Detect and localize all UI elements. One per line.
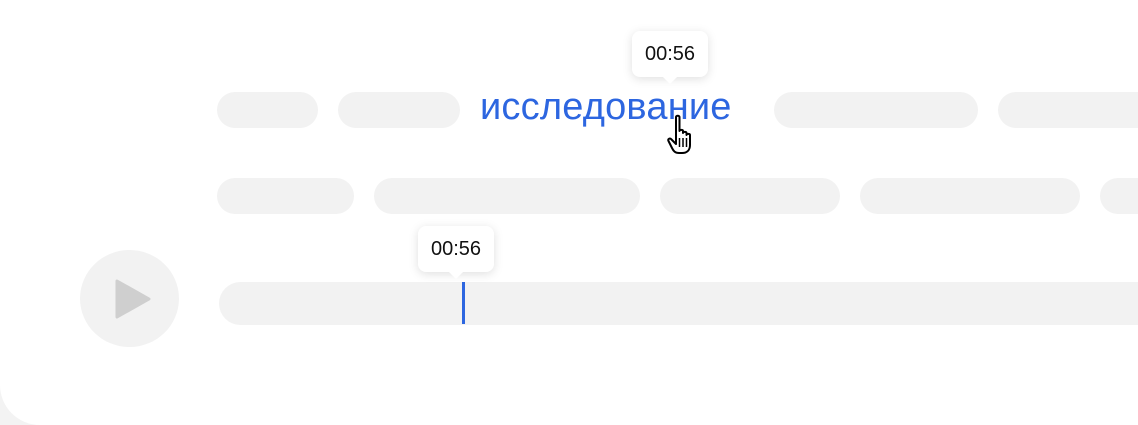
text-placeholder: [217, 178, 354, 214]
text-placeholder: [217, 92, 318, 128]
audio-timeline[interactable]: [219, 282, 1138, 325]
hand-pointer-icon: [667, 114, 691, 154]
text-placeholder: [1100, 178, 1138, 214]
text-placeholder: [660, 178, 840, 214]
word-time-tooltip: 00:56: [632, 31, 709, 84]
play-button[interactable]: [80, 250, 179, 347]
text-placeholder: [998, 92, 1138, 128]
text-placeholder: [338, 92, 460, 128]
playhead-time-tooltip: 00:56: [418, 226, 495, 279]
text-placeholder: [774, 92, 978, 128]
play-icon: [115, 279, 151, 319]
playhead-marker[interactable]: [462, 282, 465, 324]
text-placeholder: [860, 178, 1080, 214]
text-placeholder: [374, 178, 640, 214]
transcript-player-card: исследование 00:56 00:56: [0, 0, 1138, 425]
